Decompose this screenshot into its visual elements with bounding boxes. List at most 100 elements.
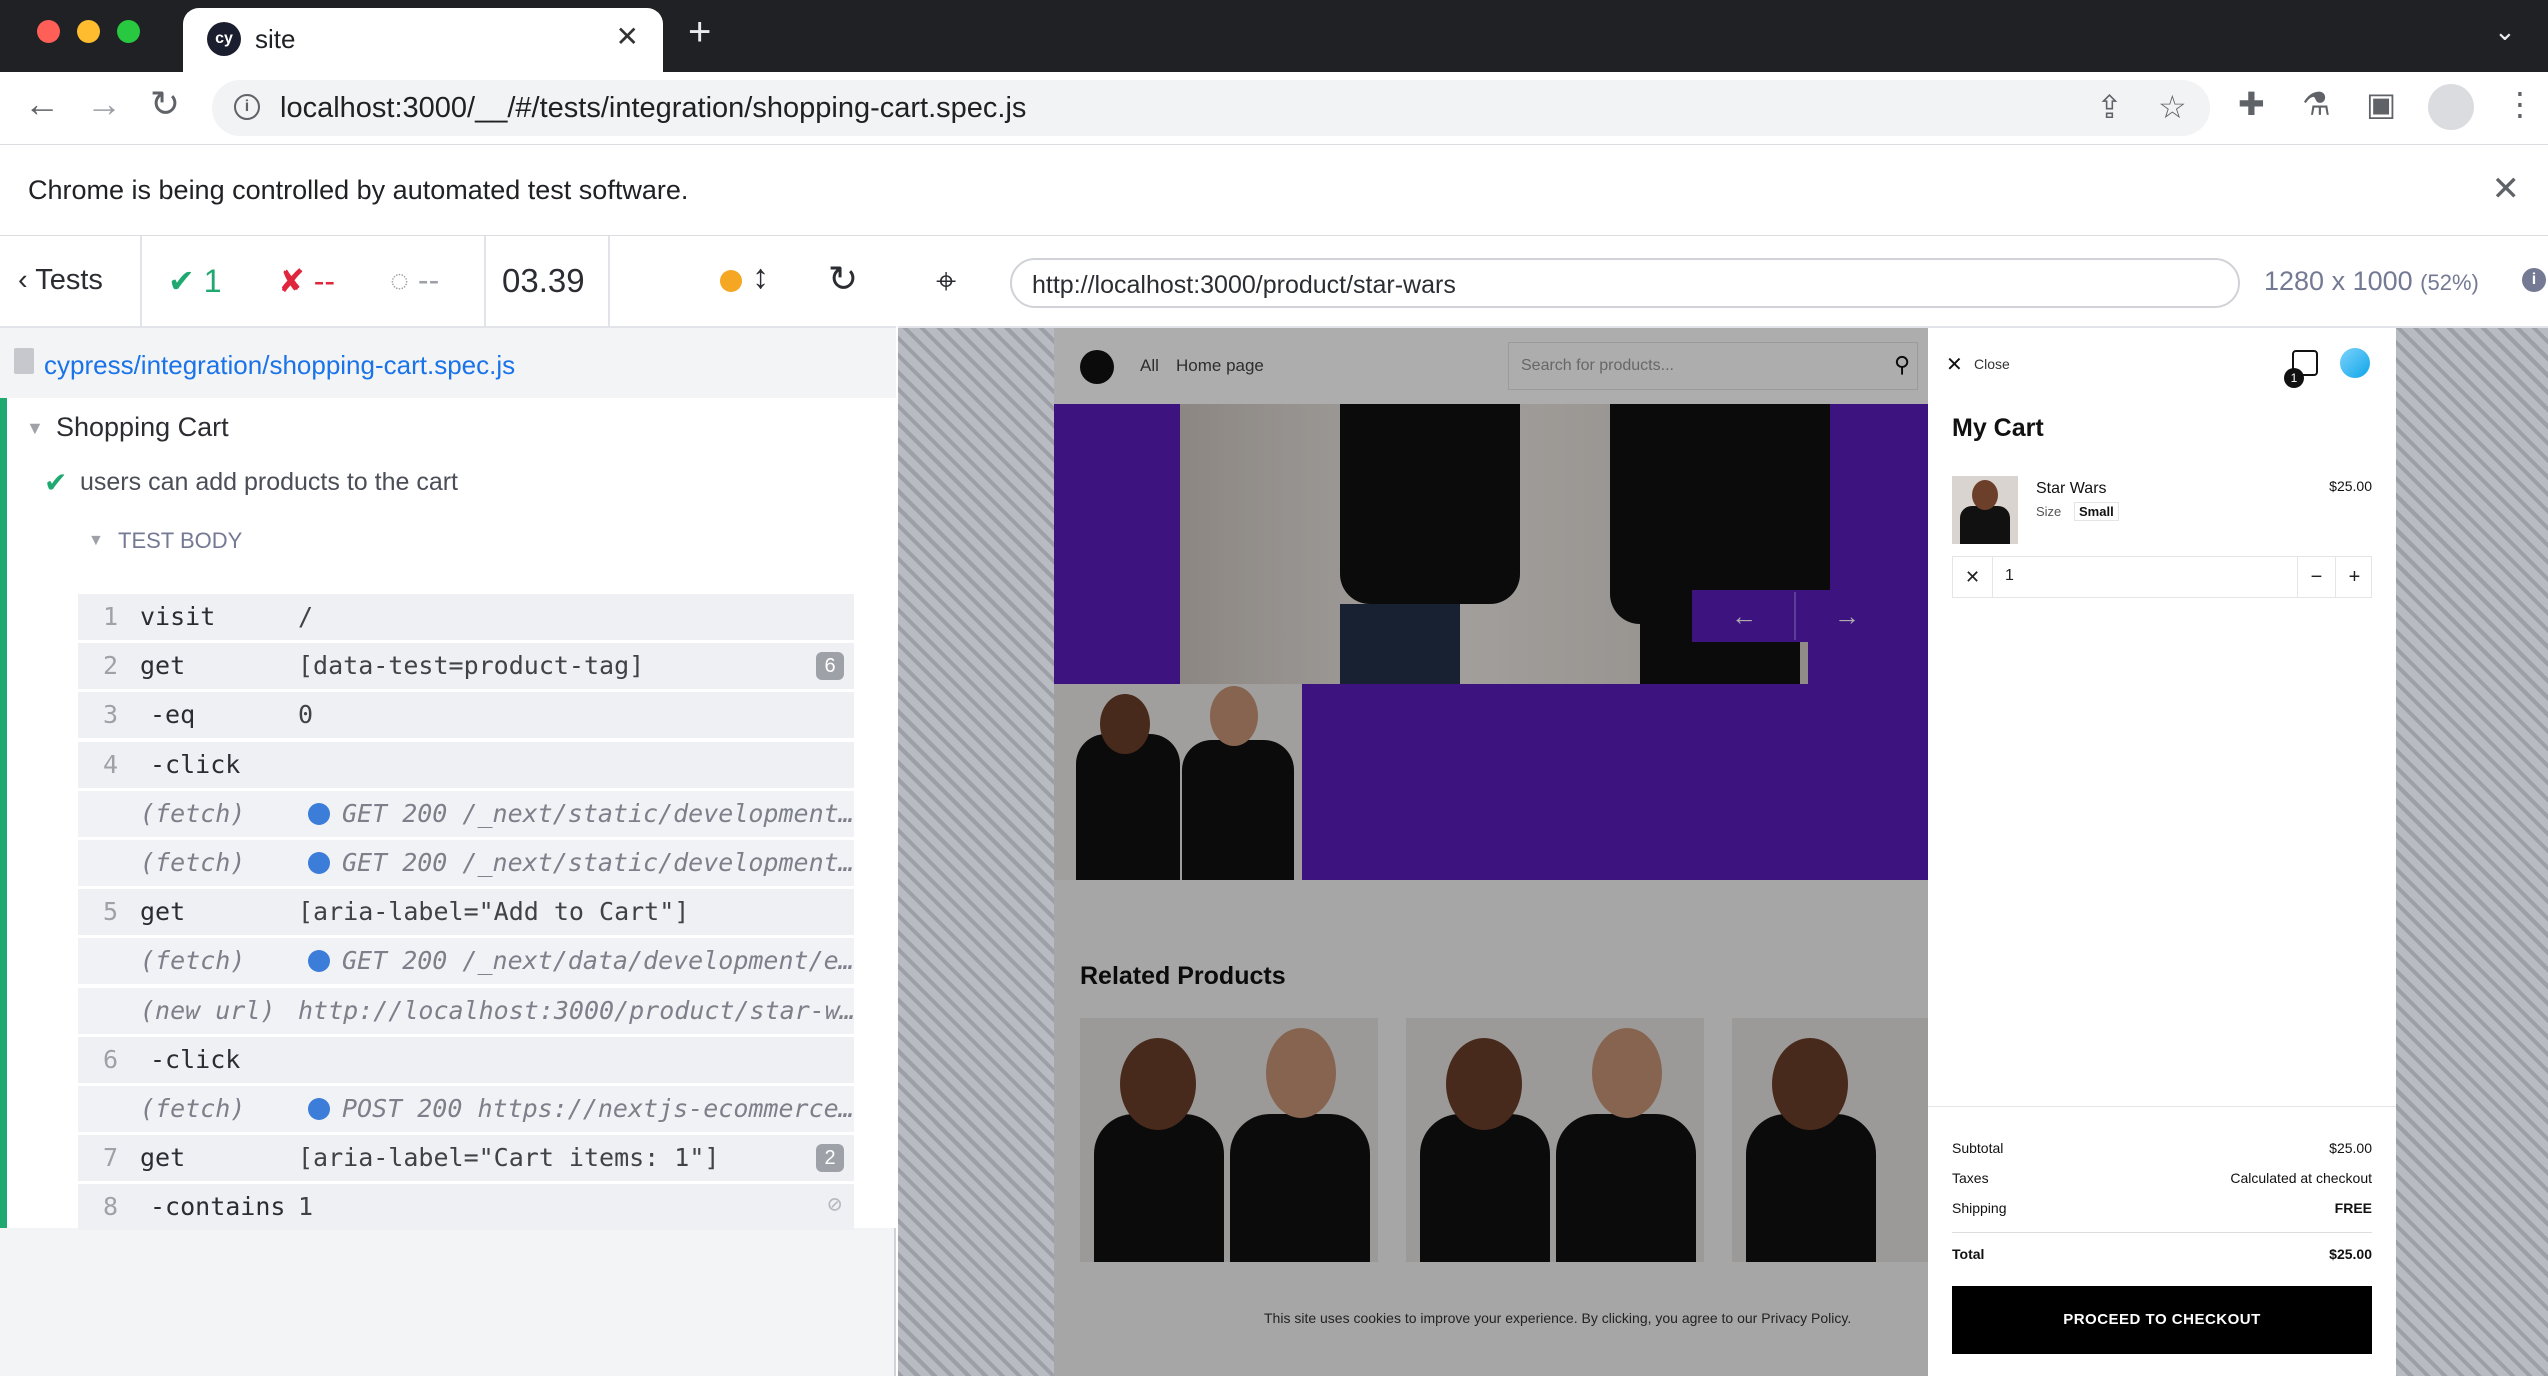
- close-window-button[interactable]: [37, 20, 60, 43]
- running-status-icon: [720, 270, 742, 292]
- command-message: 1: [298, 1192, 314, 1221]
- infobar-close-icon[interactable]: ✕: [2492, 169, 2521, 209]
- passed-stat[interactable]: ✔ 1: [168, 262, 222, 300]
- command-row[interactable]: 4 -click: [78, 742, 854, 788]
- profile-avatar-icon[interactable]: [2428, 84, 2474, 130]
- command-name: -click: [150, 1045, 241, 1074]
- suite-title[interactable]: Shopping Cart: [56, 412, 229, 443]
- shipping-value: FREE: [2334, 1200, 2372, 1216]
- browser-menu-icon[interactable]: ⋮: [2504, 88, 2536, 120]
- share-icon[interactable]: ⇪: [2096, 88, 2123, 126]
- labs-flask-icon[interactable]: ⚗: [2302, 88, 2331, 120]
- command-number: 5: [102, 897, 118, 926]
- hidden-eye-icon[interactable]: ⊘: [828, 1190, 842, 1218]
- command-message: GET 200 /_next/data/development/e…: [342, 946, 854, 975]
- failed-count: --: [313, 263, 336, 299]
- command-row[interactable]: 1 visit /: [78, 594, 854, 640]
- forward-icon[interactable]: →: [86, 86, 122, 122]
- test-body-label: TEST BODY: [118, 528, 243, 553]
- aut-header: ⌖ http://localhost:3000/product/star-war…: [898, 236, 2548, 328]
- collapse-caret-icon[interactable]: ▼: [88, 532, 104, 550]
- command-message-wrap: [aria-label="Cart items: 1"]: [298, 1143, 719, 1172]
- command-row[interactable]: 2 get [data-test=product-tag] 6: [78, 643, 854, 689]
- tab-close-icon[interactable]: ✕: [616, 20, 639, 53]
- bookmark-star-icon[interactable]: ☆: [2158, 88, 2187, 126]
- shipping-label: Shipping: [1952, 1200, 2007, 1216]
- xhr-status-dot-icon: [308, 950, 330, 972]
- decrease-quantity-icon[interactable]: −: [2297, 557, 2335, 597]
- tab-search-chevron-icon[interactable]: ⌄: [2494, 16, 2516, 47]
- auto-scroll-icon[interactable]: ↕: [752, 258, 769, 297]
- cart-item-size: Small: [2074, 502, 2119, 521]
- command-row[interactable]: 8 -contains 1 ⊘: [78, 1184, 854, 1230]
- browser-tab[interactable]: cy site ✕: [183, 8, 663, 72]
- proceed-to-checkout-button[interactable]: PROCEED TO CHECKOUT: [1952, 1286, 2372, 1354]
- subtotal-value: $25.00: [2329, 1140, 2372, 1156]
- divider: [1952, 1232, 2372, 1233]
- passed-count: 1: [203, 263, 222, 299]
- command-name: visit: [140, 602, 216, 631]
- cart-sidebar: ✕ Close 1 My Cart Star Wars Size Small $…: [1928, 328, 2396, 1376]
- command-row[interactable]: 7 get [aria-label="Cart items: 1"] 2: [78, 1135, 854, 1181]
- remove-item-icon[interactable]: ✕: [1953, 557, 1993, 597]
- collapse-caret-icon[interactable]: ▼: [26, 418, 44, 439]
- command-number: 2: [102, 651, 118, 680]
- new-tab-icon[interactable]: +: [688, 12, 711, 52]
- command-row[interactable]: (fetch) POST 200 https://nextjs-ecommerce…: [78, 1086, 854, 1132]
- info-icon[interactable]: i: [2522, 268, 2546, 292]
- aut-url-bar[interactable]: http://localhost:3000/product/star-wars: [1010, 258, 2240, 308]
- site-info-icon[interactable]: i: [234, 94, 260, 120]
- test-title[interactable]: users can add products to the cart: [80, 468, 458, 497]
- side-panel-icon[interactable]: ▣: [2366, 88, 2396, 120]
- reporter-header: ‹ Tests ✔ 1 ✘ -- ◌ -- 03.39 ↕ ↻: [0, 236, 896, 328]
- cart-close-label[interactable]: Close: [1974, 356, 2010, 372]
- quantity-stepper: ✕ 1 − +: [1952, 556, 2372, 598]
- cart-backdrop-overlay[interactable]: [1054, 328, 1928, 1376]
- browser-toolbar: ← → ↻ i localhost:3000/__/#/tests/integr…: [0, 72, 2548, 144]
- cart-item-image[interactable]: [1952, 476, 2018, 544]
- spec-file-link[interactable]: cypress/integration/shopping-cart.spec.j…: [44, 350, 515, 381]
- divider: [140, 236, 142, 328]
- command-row[interactable]: (new url) http://localhost:3000/product/s…: [78, 988, 855, 1034]
- command-name: -eq: [150, 700, 196, 729]
- cart-item-name[interactable]: Star Wars: [2036, 480, 2107, 498]
- command-row[interactable]: 3 -eq 0: [78, 692, 854, 738]
- close-icon[interactable]: ✕: [1946, 352, 1963, 377]
- reload-icon[interactable]: ↻: [150, 86, 180, 122]
- automation-infobar: Chrome is being controlled by automated …: [0, 144, 2548, 236]
- command-message-wrap: [aria-label="Add to Cart"]: [298, 897, 689, 926]
- command-name: (fetch): [140, 799, 246, 828]
- address-bar[interactable]: i localhost:3000/__/#/tests/integration/…: [212, 80, 2210, 136]
- pending-stat[interactable]: ◌ --: [390, 262, 439, 299]
- tab-title: site: [255, 24, 296, 54]
- cart-count-badge: 1: [2284, 368, 2304, 388]
- command-row[interactable]: 6 -click: [78, 1037, 854, 1083]
- extensions-icon[interactable]: ✚: [2238, 88, 2265, 120]
- command-number: 7: [102, 1143, 118, 1172]
- viewport-size[interactable]: 1280 x 1000 (52%) i: [2264, 266, 2546, 297]
- zoom-window-button[interactable]: [117, 20, 140, 43]
- spec-file-bar: cypress/integration/shopping-cart.spec.j…: [0, 328, 896, 398]
- minimize-window-button[interactable]: [77, 20, 100, 43]
- divider: [1928, 1106, 2396, 1107]
- command-message: [data-test=product-tag]: [298, 651, 645, 680]
- quantity-input[interactable]: 1: [2005, 567, 2014, 585]
- back-icon[interactable]: ←: [24, 86, 60, 122]
- subtotal-label: Subtotal: [1952, 1140, 2004, 1156]
- command-row[interactable]: 5 get [aria-label="Add to Cart"]: [78, 889, 854, 935]
- user-avatar-icon[interactable]: [2340, 348, 2370, 378]
- command-name: (fetch): [140, 946, 246, 975]
- command-name: (new url): [140, 996, 276, 1025]
- pending-count: --: [417, 262, 440, 298]
- command-row[interactable]: (fetch) GET 200 /_next/data/development/e…: [78, 938, 854, 984]
- rerun-icon[interactable]: ↻: [828, 258, 858, 300]
- command-row[interactable]: (fetch) GET 200 /_next/static/development…: [78, 840, 854, 886]
- x-icon: ✘: [278, 263, 305, 299]
- viewport-scale: (52%): [2420, 270, 2479, 295]
- tests-back-button[interactable]: ‹ Tests: [18, 264, 103, 297]
- increase-quantity-icon[interactable]: +: [2335, 557, 2373, 597]
- address-url[interactable]: localhost:3000/__/#/tests/integration/sh…: [280, 92, 1026, 125]
- command-row[interactable]: (fetch) GET 200 /_next/static/development…: [78, 791, 854, 837]
- failed-stat[interactable]: ✘ --: [278, 262, 335, 300]
- selector-playground-crosshair-icon[interactable]: ⌖: [936, 260, 956, 303]
